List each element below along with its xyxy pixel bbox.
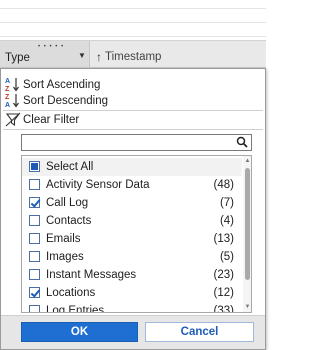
filter-item-row[interactable]: Images (5) (22, 248, 242, 266)
filter-item-count: (5) (219, 251, 234, 263)
filter-item-count: (23) (213, 269, 234, 281)
filter-dropdown-icon[interactable]: ▼ (78, 51, 86, 60)
scrollbar-thumb[interactable] (245, 168, 250, 280)
filter-item-row[interactable]: Instant Messages (23) (22, 266, 242, 284)
sort-descending-item[interactable]: Z A Sort Descending (1, 92, 265, 109)
sort-descending-icon: Z A (5, 94, 19, 109)
select-all-label: Select All (46, 161, 94, 173)
filter-item-label: Images (46, 251, 84, 263)
filter-item-count: (4) (219, 215, 234, 227)
grid-line (0, 36, 266, 37)
select-all-checkbox[interactable] (29, 161, 40, 172)
filter-item-checkbox[interactable] (29, 179, 40, 190)
filter-item-row[interactable]: Contacts (4) (22, 212, 242, 230)
list-scrollbar[interactable]: ▲ ▼ (243, 156, 251, 312)
filter-item-label: Call Log (46, 197, 89, 209)
timestamp-column-label: Timestamp (105, 51, 162, 63)
ok-button[interactable]: OK (21, 322, 138, 342)
sort-ascending-icon: A Z (5, 78, 19, 93)
filter-item-label: Contacts (46, 215, 92, 227)
sort-descending-label: Sort Descending (23, 94, 109, 107)
filter-item-checkbox[interactable] (29, 269, 40, 280)
timestamp-column-header[interactable]: ↑ Timestamp (96, 50, 161, 64)
dialog-footer: OK Cancel (1, 315, 265, 349)
scroll-up-icon[interactable]: ▲ (244, 158, 251, 164)
filter-item-label: Emails (46, 233, 81, 245)
sort-ascending-item[interactable]: A Z Sort Ascending (1, 76, 265, 93)
scroll-down-icon[interactable]: ▼ (244, 304, 251, 310)
filter-item-checkbox[interactable] (29, 197, 40, 208)
sort-ascending-label: Sort Ascending (23, 78, 101, 91)
filter-item-label: Log Entries (46, 305, 105, 313)
filter-dropdown-panel: A Z Sort Ascending Z A Sort Descending C… (0, 68, 266, 350)
menu-divider (3, 129, 263, 130)
type-column-header[interactable]: • • • • • Type ▼ (0, 41, 90, 67)
filter-item-row[interactable]: Activity Sensor Data (48) (22, 176, 242, 194)
svg-text:Z: Z (5, 94, 10, 101)
filter-search-input[interactable] (21, 134, 252, 151)
svg-text:A: A (5, 102, 10, 109)
filter-item-label: Activity Sensor Data (46, 179, 150, 191)
filter-item-checkbox[interactable] (29, 305, 40, 312)
filter-item-label: Instant Messages (46, 269, 137, 281)
clear-filter-item[interactable]: Clear Filter (1, 111, 265, 128)
filter-value-list: Select All Activity Sensor Data (48) Call … (21, 155, 252, 313)
filter-item-checkbox[interactable] (29, 233, 40, 244)
drag-grip-icon[interactable]: • • • • • (38, 44, 64, 50)
type-column-label: Type (5, 52, 30, 64)
filter-item-checkbox[interactable] (29, 215, 40, 226)
cancel-button[interactable]: Cancel (145, 322, 254, 342)
clear-filter-label: Clear Filter (23, 113, 80, 126)
filter-item-count: (7) (219, 197, 234, 209)
column-header-bar: • • • • • Type ▼ ↑ Timestamp (0, 40, 266, 68)
filter-item-row[interactable]: Emails (13) (22, 230, 242, 248)
filter-item-count: (33) (213, 305, 234, 313)
filter-item-checkbox[interactable] (29, 251, 40, 262)
filter-item-label: Locations (46, 287, 96, 299)
svg-text:A: A (5, 78, 10, 85)
filter-item-row[interactable]: Locations (12) (22, 284, 242, 302)
filter-item-count: (48) (213, 179, 234, 191)
filter-item-count: (13) (213, 233, 234, 245)
filter-item-row[interactable]: Log Entries (33) (22, 302, 242, 313)
sort-up-arrow-icon: ↑ (96, 50, 102, 64)
filter-item-row[interactable]: Call Log (7) (22, 194, 242, 212)
clear-filter-icon (5, 112, 21, 127)
filter-item-checkbox[interactable] (29, 287, 40, 298)
grid-rows (0, 0, 266, 40)
select-all-row[interactable]: Select All (22, 158, 242, 176)
filter-item-count: (12) (213, 287, 234, 299)
search-icon (236, 136, 248, 148)
grid-line (0, 8, 266, 9)
grid-line (0, 22, 266, 23)
